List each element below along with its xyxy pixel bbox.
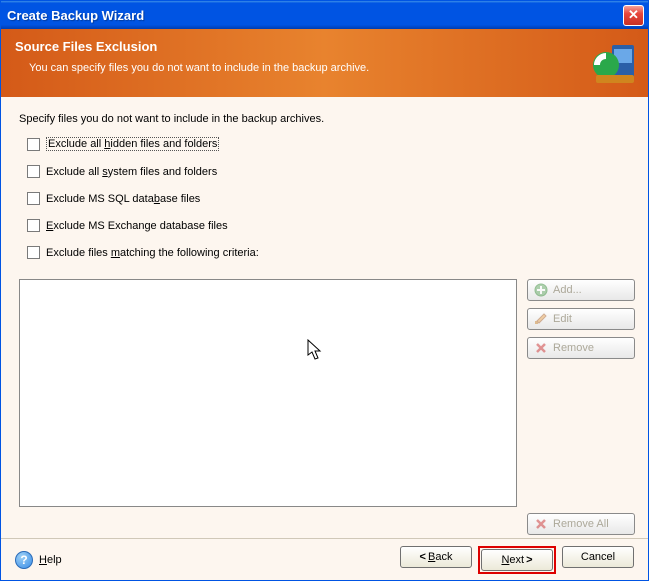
- help-link[interactable]: ? Help: [15, 551, 62, 569]
- remove-all-button[interactable]: Remove All: [527, 513, 635, 535]
- checkbox-row-mssql: Exclude MS SQL database files: [27, 192, 638, 205]
- next-highlight: Next >: [478, 546, 556, 574]
- add-button-label: Add...: [553, 284, 582, 296]
- window-title: Create Backup Wizard: [7, 8, 623, 23]
- checkbox-system[interactable]: [27, 165, 40, 178]
- back-button-label: Back: [428, 551, 452, 563]
- criteria-list[interactable]: [19, 279, 517, 507]
- checkbox-row-criteria: Exclude files matching the following cri…: [27, 246, 638, 259]
- page-title: Source Files Exclusion: [15, 39, 634, 54]
- help-label: Help: [39, 554, 62, 566]
- content-area: Specify files you do not want to include…: [1, 97, 648, 538]
- checkbox-label-exchange[interactable]: Exclude MS Exchange database files: [46, 220, 228, 232]
- remove-button[interactable]: Remove: [527, 337, 635, 359]
- next-button-label: Next: [501, 554, 524, 566]
- remove-button-label: Remove: [553, 342, 594, 354]
- checkbox-label-system[interactable]: Exclude all system files and folders: [46, 166, 217, 178]
- checkbox-label-mssql[interactable]: Exclude MS SQL database files: [46, 193, 200, 205]
- close-icon: ✕: [628, 7, 639, 23]
- footer: ? Help < Back Next > Cancel: [1, 538, 648, 580]
- chevron-right-icon: >: [526, 554, 532, 566]
- edit-button-label: Edit: [553, 313, 572, 325]
- checkbox-row-system: Exclude all system files and folders: [27, 165, 638, 178]
- checkbox-hidden[interactable]: [27, 138, 40, 151]
- edit-button[interactable]: Edit: [527, 308, 635, 330]
- next-button[interactable]: Next >: [481, 549, 553, 571]
- checkbox-row-exchange: Exclude MS Exchange database files: [27, 219, 638, 232]
- checkbox-mssql[interactable]: [27, 192, 40, 205]
- remove-all-icon: [534, 517, 548, 531]
- titlebar: Create Backup Wizard ✕: [1, 1, 648, 29]
- header-panel: Source Files Exclusion You can specify f…: [1, 29, 648, 97]
- add-icon: [534, 283, 548, 297]
- page-subtitle: You can specify files you do not want to…: [15, 62, 634, 74]
- chevron-left-icon: <: [420, 551, 426, 563]
- cancel-button[interactable]: Cancel: [562, 546, 634, 568]
- back-button[interactable]: < Back: [400, 546, 472, 568]
- checkbox-row-hidden: Exclude all hidden files and folders: [27, 137, 638, 151]
- intro-text: Specify files you do not want to include…: [19, 113, 638, 125]
- help-icon: ?: [15, 551, 33, 569]
- remove-icon: [534, 341, 548, 355]
- edit-icon: [534, 312, 548, 326]
- close-button[interactable]: ✕: [623, 5, 644, 26]
- checkbox-label-hidden[interactable]: Exclude all hidden files and folders: [46, 137, 219, 151]
- add-button[interactable]: Add...: [527, 279, 635, 301]
- checkbox-exchange[interactable]: [27, 219, 40, 232]
- remove-all-button-label: Remove All: [553, 518, 609, 530]
- cancel-button-label: Cancel: [581, 551, 615, 563]
- checkbox-criteria[interactable]: [27, 246, 40, 259]
- backup-icon: [590, 39, 638, 87]
- checkbox-label-criteria[interactable]: Exclude files matching the following cri…: [46, 247, 259, 259]
